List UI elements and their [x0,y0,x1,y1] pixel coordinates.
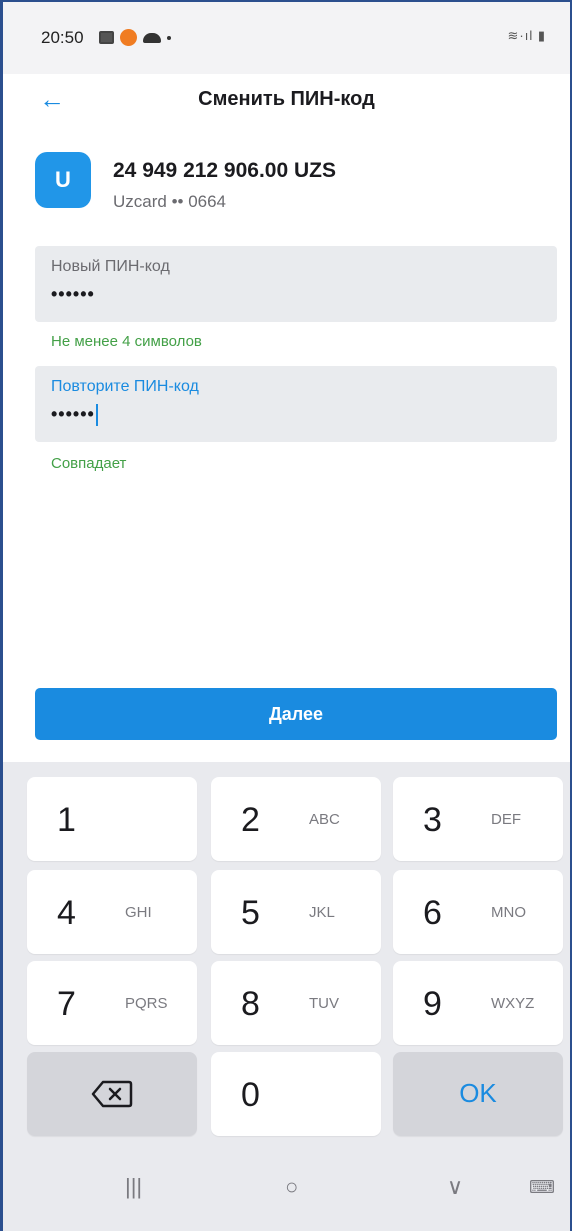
repeat-pin-field[interactable]: Повторите ПИН-код •••••• [35,366,557,442]
new-pin-hint: Не менее 4 символов [51,333,202,350]
key-7-digit: 7 [57,985,76,1023]
back-icon[interactable]: ∨ [447,1174,463,1200]
key-8-letters: TUV [309,995,339,1012]
home-icon[interactable]: ○ [285,1174,298,1200]
key-5-digit: 5 [241,894,260,932]
key-6-letters: MNO [491,904,526,921]
uzcard-logo-icon: U [35,152,91,208]
key-3[interactable]: 3 DEF [393,777,563,861]
key-5[interactable]: 5 JKL [211,870,381,954]
text-caret [95,404,98,427]
key-0-digit: 0 [241,1076,260,1114]
key-9-digit: 9 [423,985,442,1023]
card-number: Uzcard •• 0664 [113,192,227,211]
key-3-letters: DEF [491,811,521,828]
repeat-pin-hint: Совпадает [51,455,127,472]
backspace-key[interactable] [27,1052,197,1136]
phone-screen: 20:50 ≋·ıl ▮ ← Сменить ПИН-код U 24 949 … [0,0,572,1231]
card-balance: 24 949 212 906.00 UZS [113,159,337,182]
numeric-keypad: 1 2 ABC 3 DEF 4 GHI 5 JKL 6 MNO 7 PQRS 8 [3,762,570,1152]
key-3-digit: 3 [423,801,442,839]
more-notifications-icon [167,35,171,40]
key-7-letters: PQRS [125,995,168,1012]
page-title: Сменить ПИН-код [198,88,375,110]
status-notification-icons [99,29,171,46]
key-2-digit: 2 [241,801,260,839]
key-4[interactable]: 4 GHI [27,870,197,954]
key-8[interactable]: 8 TUV [211,961,381,1045]
repeat-pin-value: •••••• [51,404,95,424]
key-6[interactable]: 6 MNO [393,870,563,954]
key-0[interactable]: 0 [211,1052,381,1136]
repeat-pin-label: Повторите ПИН-код [51,378,199,395]
status-time: 20:50 [41,28,84,47]
card-logo-text: U [55,167,71,192]
key-7[interactable]: 7 PQRS [27,961,197,1045]
key-1-digit: 1 [57,801,76,839]
recents-icon[interactable]: ||| [125,1174,142,1200]
cloud-icon [143,32,161,43]
key-6-digit: 6 [423,894,442,932]
key-4-digit: 4 [57,894,76,932]
new-pin-field[interactable]: Новый ПИН-код •••••• [35,246,557,322]
key-2-letters: ABC [309,811,340,828]
app-notification-icon [120,29,137,46]
app-header: ← Сменить ПИН-код [3,74,570,128]
key-5-letters: JKL [309,904,335,921]
signal-battery-icons: ≋·ıl ▮ [507,28,546,43]
new-pin-label: Новый ПИН-код [51,258,170,275]
key-8-digit: 8 [241,985,260,1023]
keyboard-icon[interactable]: ⌨ [529,1177,555,1198]
next-button[interactable]: Далее [35,688,557,740]
key-9-letters: WXYZ [491,995,535,1012]
repeat-pin-value-wrap: •••••• [51,404,98,427]
key-2[interactable]: 2 ABC [211,777,381,861]
gallery-icon [99,31,114,44]
new-pin-value: •••••• [51,284,95,304]
key-1[interactable]: 1 [27,777,197,861]
status-bar: 20:50 ≋·ıl ▮ [3,2,570,74]
system-nav-bar: ||| ○ ∨ ⌨ [3,1152,570,1231]
ok-key[interactable]: OK [393,1052,563,1136]
backspace-icon [91,1080,133,1108]
ok-key-label: OK [459,1078,497,1108]
key-9[interactable]: 9 WXYZ [393,961,563,1045]
key-4-letters: GHI [125,904,152,921]
